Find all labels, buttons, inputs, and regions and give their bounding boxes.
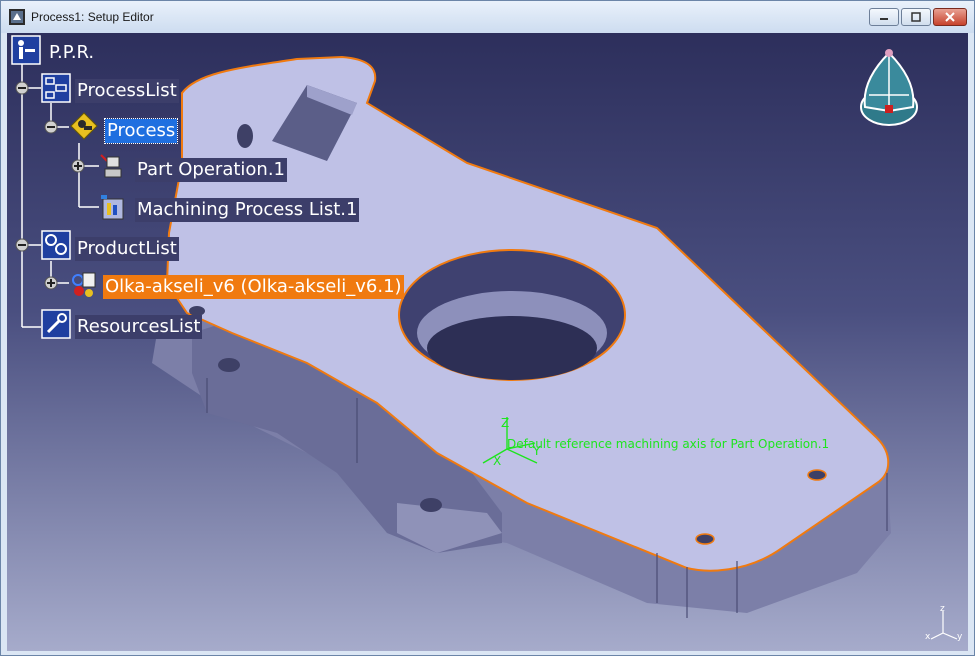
collapse-icon[interactable]	[44, 120, 58, 134]
machining-axis-label: Default reference machining axis for Par…	[507, 437, 830, 451]
catia-app-icon	[9, 9, 25, 25]
part-hole-lower	[420, 498, 442, 512]
triad-z-label: z	[940, 604, 945, 614]
window-title: Process1: Setup Editor	[31, 10, 154, 24]
part-hole-top	[237, 124, 253, 148]
part-operation-icon[interactable]	[97, 151, 127, 181]
machining-axis-x-label: X	[493, 454, 501, 468]
tree-item-product-list[interactable]: ProductList	[75, 237, 179, 261]
process-list-icon[interactable]	[41, 73, 71, 103]
minimize-icon	[880, 18, 888, 20]
setup-editor-window: Process1: Setup Editor Z X Y Default ref…	[0, 0, 975, 656]
tree-item-process-list[interactable]: ProcessList	[75, 79, 179, 103]
maximize-button[interactable]	[901, 8, 931, 26]
triad-y-label: y	[957, 632, 963, 642]
tree-item-part-operation[interactable]: Part Operation.1	[135, 158, 288, 182]
3d-viewport[interactable]: Z X Y Default reference machining axis f…	[7, 33, 968, 651]
product-list-icon[interactable]	[41, 230, 71, 260]
part-hole-right-2	[695, 533, 715, 545]
collapse-icon[interactable]	[15, 81, 29, 95]
tree-item-resources-list[interactable]: ResourcesList	[75, 315, 203, 339]
tree-item-machining-process-list[interactable]: Machining Process List.1	[135, 198, 360, 222]
process-icon[interactable]	[69, 111, 99, 141]
close-icon	[945, 12, 955, 22]
compass-icon[interactable]	[857, 47, 921, 129]
collapse-icon[interactable]	[15, 238, 29, 252]
maximize-icon	[911, 12, 921, 22]
tree-item-ppr[interactable]: P.P.R.	[47, 41, 96, 65]
resources-list-icon[interactable]	[41, 309, 71, 339]
product-icon[interactable]	[69, 269, 99, 299]
part-bore-bottom	[427, 316, 597, 380]
machining-process-list-icon[interactable]	[99, 193, 129, 223]
part-hole-right-1	[807, 469, 827, 481]
axis-triad-icon: z x y	[925, 604, 963, 642]
close-button[interactable]	[933, 8, 967, 26]
expand-icon[interactable]	[44, 276, 58, 290]
title-bar[interactable]: Process1: Setup Editor	[1, 1, 974, 33]
tree-item-process[interactable]: Process	[103, 118, 179, 144]
machining-axis-z-label: Z	[501, 416, 509, 430]
part-hole-left-1	[218, 358, 240, 372]
minimize-button[interactable]	[869, 8, 899, 26]
tree-item-product[interactable]: Olka-akseli_v6 (Olka-akseli_v6.1)	[103, 275, 404, 299]
expand-icon[interactable]	[71, 159, 85, 173]
ppr-icon[interactable]	[11, 35, 41, 65]
triad-x-label: x	[925, 632, 931, 642]
